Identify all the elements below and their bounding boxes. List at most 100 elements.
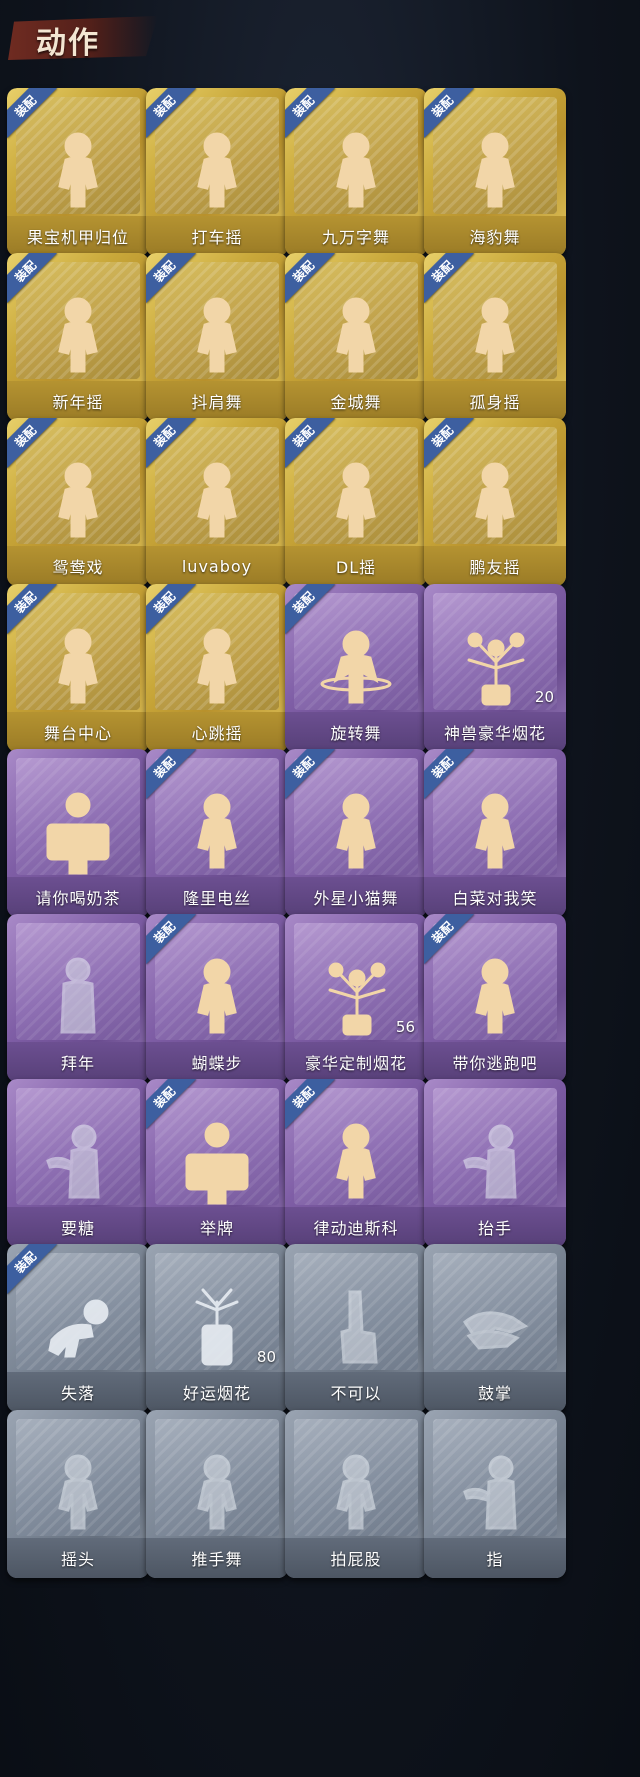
dance-figure-icon [475, 132, 515, 208]
emote-label: 隆里电丝 [146, 877, 288, 917]
emote-label: 打车摇 [146, 216, 288, 256]
emote-label: 豪华定制烟花 [285, 1042, 427, 1082]
section-header: 动作 [0, 0, 640, 70]
emote-card[interactable]: 鹏友摇 装配 [424, 418, 566, 586]
item-count: 20 [534, 688, 554, 706]
dance-figure-icon [336, 793, 376, 869]
emote-card[interactable]: 金城舞 装配 [285, 253, 427, 421]
emote-card[interactable]: 拍屁股 [285, 1410, 427, 1578]
hand-figure-icon [463, 1124, 517, 1199]
emote-card[interactable]: 白菜对我笑 装配 [424, 749, 566, 917]
emote-label: 要糖 [7, 1207, 149, 1247]
emote-label: luvaboy [146, 546, 288, 586]
emote-card[interactable]: 旋转舞 装配 [285, 584, 427, 752]
emote-label: 不可以 [285, 1372, 427, 1412]
emote-label: 舞台中心 [7, 712, 149, 752]
emote-card[interactable]: 抬手 [424, 1079, 566, 1247]
dance-figure-icon [197, 793, 237, 869]
emote-card[interactable]: 带你逃跑吧 装配 [424, 914, 566, 1082]
emote-label: 果宝机甲归位 [7, 216, 149, 256]
dance-figure-icon [336, 297, 376, 373]
emote-label: DL摇 [285, 546, 427, 586]
dance-figure-icon [336, 462, 376, 538]
dance-figure-icon [475, 462, 515, 538]
emote-card[interactable]: DL摇 装配 [285, 418, 427, 586]
dance-figure-icon [336, 1123, 376, 1199]
firecracker-icon [195, 1288, 239, 1366]
sign-figure-icon [46, 792, 110, 875]
emote-label: 海豹舞 [424, 216, 566, 256]
item-count: 80 [256, 1348, 276, 1366]
emote-label: 孤身摇 [424, 381, 566, 421]
emote-label: 拍屁股 [285, 1538, 427, 1578]
emote-card[interactable]: 舞台中心 装配 [7, 584, 149, 752]
section-title: 动作 [36, 26, 100, 61]
dance-figure-icon [336, 132, 376, 208]
emote-card[interactable]: 孤身摇 装配 [424, 253, 566, 421]
emote-card[interactable]: 抖肩舞 装配 [146, 253, 288, 421]
dance-figure-icon [475, 958, 515, 1034]
dance-figure-icon [475, 297, 515, 373]
emote-card[interactable]: 56 豪华定制烟花 [285, 914, 427, 1082]
emote-card[interactable]: 不可以 [285, 1244, 427, 1412]
emote-label: 拜年 [7, 1042, 149, 1082]
emote-card[interactable]: 鸳鸯戏 装配 [7, 418, 149, 586]
emote-label: 举牌 [146, 1207, 288, 1247]
emote-card[interactable]: 蝴蝶步 装配 [146, 914, 288, 1082]
emote-label: 摇头 [7, 1538, 149, 1578]
emote-label: 请你喝奶茶 [7, 877, 149, 917]
emote-card[interactable]: 要糖 [7, 1079, 149, 1247]
emote-label: 鹏友摇 [424, 546, 566, 586]
emote-card[interactable]: 80 好运烟花 [146, 1244, 288, 1412]
bow-figure-icon [60, 957, 96, 1034]
dance-figure-icon [197, 132, 237, 208]
emote-card[interactable]: 推手舞 [146, 1410, 288, 1578]
emote-card[interactable]: 果宝机甲归位 装配 [7, 88, 149, 256]
sign-figure-icon [185, 1122, 249, 1205]
emote-label: 好运烟花 [146, 1372, 288, 1412]
emote-label: 旋转舞 [285, 712, 427, 752]
emote-card[interactable]: 拜年 [7, 914, 149, 1082]
hand-figure-icon [463, 1455, 517, 1530]
emote-label: 抖肩舞 [146, 381, 288, 421]
emote-card[interactable]: 举牌 装配 [146, 1079, 288, 1247]
emote-card[interactable]: 海豹舞 装配 [424, 88, 566, 256]
emote-card[interactable]: 指 [424, 1410, 566, 1578]
emote-card[interactable]: 摇头 [7, 1410, 149, 1578]
emote-label: 外星小猫舞 [285, 877, 427, 917]
emote-label: 鼓掌 [424, 1372, 566, 1412]
emote-card[interactable]: 打车摇 装配 [146, 88, 288, 256]
emote-card[interactable]: 请你喝奶茶 [7, 749, 149, 917]
emote-card[interactable]: 失落 装配 [7, 1244, 149, 1412]
crawl-figure-icon [48, 1299, 109, 1358]
dance-figure-icon [197, 297, 237, 373]
emote-card[interactable]: 九万字舞 装配 [285, 88, 427, 256]
emote-label: 失落 [7, 1372, 149, 1412]
emote-label: 指 [424, 1538, 566, 1578]
emote-card[interactable]: 新年摇 装配 [7, 253, 149, 421]
emote-label: 金城舞 [285, 381, 427, 421]
emote-label: 神兽豪华烟花 [424, 712, 566, 752]
dance-figure-icon [197, 958, 237, 1034]
dance-figure-icon [58, 1454, 98, 1530]
emote-card[interactable]: luvaboy 装配 [146, 418, 288, 586]
dance-figure-icon [197, 628, 237, 704]
emote-card[interactable]: 隆里电丝 装配 [146, 749, 288, 917]
dance-figure-icon [475, 793, 515, 869]
emote-label: 带你逃跑吧 [424, 1042, 566, 1082]
emote-card[interactable]: 律动迪斯科 装配 [285, 1079, 427, 1247]
hand-figure-icon [46, 1124, 100, 1199]
emote-card[interactable]: 鼓掌 [424, 1244, 566, 1412]
fireworks-icon [328, 962, 386, 1036]
dance-figure-icon [58, 628, 98, 704]
fireworks-icon [467, 632, 525, 706]
clap-icon [462, 1311, 529, 1350]
dance-figure-icon [58, 297, 98, 373]
dance-figure-icon [336, 1454, 376, 1530]
emote-card[interactable]: 20 神兽豪华烟花 [424, 584, 566, 752]
emote-label: 推手舞 [146, 1538, 288, 1578]
finger-icon [340, 1290, 378, 1364]
emote-label: 心跳摇 [146, 712, 288, 752]
emote-card[interactable]: 外星小猫舞 装配 [285, 749, 427, 917]
emote-card[interactable]: 心跳摇 装配 [146, 584, 288, 752]
